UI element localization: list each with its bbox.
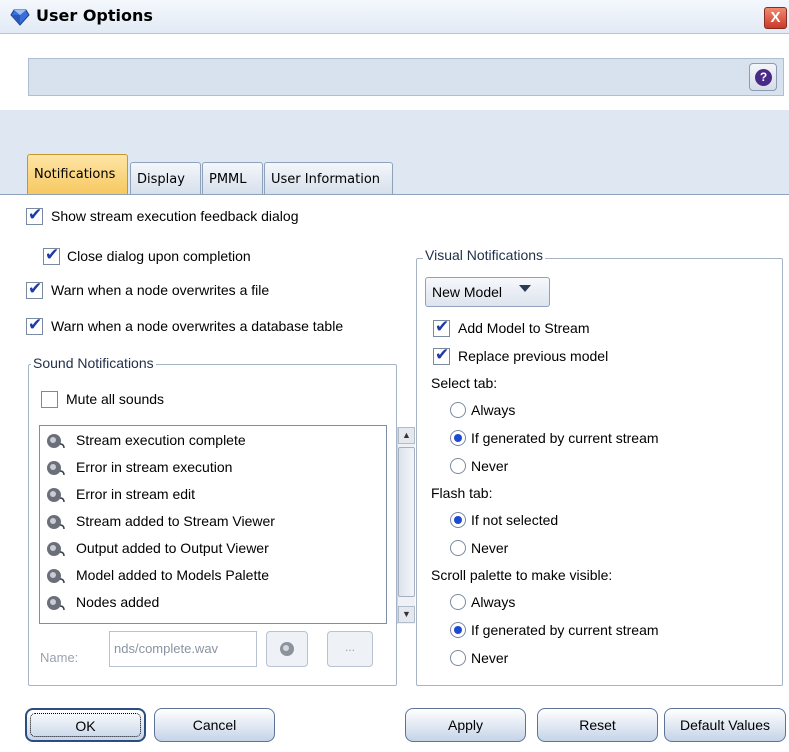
title-bar: User Options X <box>0 0 789 34</box>
list-item-label: Model added to Models Palette <box>76 567 270 583</box>
speaker-icon <box>47 569 65 584</box>
list-item-label: Output added to Output Viewer <box>76 540 269 556</box>
warn-table-label: Warn when a node overwrites a database t… <box>51 318 344 334</box>
list-item-label: Error in stream execution <box>76 459 233 475</box>
cancel-button[interactable]: Cancel <box>154 708 275 742</box>
sound-notifications-title: Sound Notifications <box>31 355 156 371</box>
list-item-label: Stream execution complete <box>76 432 246 448</box>
tab-divider <box>0 194 789 195</box>
tab-notifications[interactable]: Notifications <box>27 154 128 194</box>
select-tab-current-stream-label: If generated by current stream <box>471 430 659 446</box>
help-icon: ? <box>755 69 772 86</box>
speaker-icon <box>47 461 65 476</box>
warn-table-checkbox[interactable] <box>26 315 43 335</box>
replace-model-checkbox[interactable] <box>433 345 450 365</box>
scroll-palette-label: Scroll palette to make visible: <box>431 567 613 583</box>
tab-user-information[interactable]: User Information <box>264 162 393 194</box>
dropdown-value: New Model <box>432 284 503 300</box>
flash-tab-not-selected-radio[interactable] <box>450 512 466 528</box>
name-label: Name: <box>40 650 79 665</box>
tab-display[interactable]: Display <box>130 162 201 194</box>
app-gem-icon <box>10 9 30 26</box>
chevron-down-icon <box>519 285 531 292</box>
window-title: User Options <box>36 6 153 25</box>
sound-events-list[interactable]: Stream execution complete Error in strea… <box>39 425 415 624</box>
reset-button[interactable]: Reset <box>537 708 658 742</box>
mute-all-checkbox[interactable] <box>41 391 58 408</box>
select-tab-never-label: Never <box>471 458 509 474</box>
scroll-up-icon[interactable]: ▲ <box>398 427 415 444</box>
list-item-label: Nodes added <box>76 594 160 610</box>
replace-model-label: Replace previous model <box>458 348 609 364</box>
flash-tab-never-label: Never <box>471 540 509 556</box>
close-dialog-checkbox[interactable] <box>43 245 60 265</box>
show-feedback-checkbox[interactable] <box>26 205 43 225</box>
scroll-palette-always-label: Always <box>471 594 516 610</box>
visual-notifications-title: Visual Notifications <box>423 247 546 263</box>
add-model-label: Add Model to Stream <box>458 320 590 336</box>
select-tab-always-label: Always <box>471 402 516 418</box>
add-model-checkbox[interactable] <box>433 317 450 337</box>
warn-file-label: Warn when a node overwrites a file <box>51 282 270 298</box>
dialog-header-strip <box>28 58 784 96</box>
scroll-palette-always-radio[interactable] <box>450 594 466 610</box>
speaker-icon <box>280 642 294 656</box>
ok-button-label: OK <box>30 713 141 737</box>
speaker-icon <box>47 596 65 611</box>
flash-tab-never-radio[interactable] <box>450 540 466 556</box>
scroll-palette-never-label: Never <box>471 650 509 666</box>
apply-button[interactable]: Apply <box>405 708 526 742</box>
play-sound-button[interactable] <box>266 631 308 667</box>
speaker-icon <box>47 542 65 557</box>
default-values-button[interactable]: Default Values <box>664 708 786 742</box>
scroll-palette-current-stream-label: If generated by current stream <box>471 622 659 638</box>
mute-all-label: Mute all sounds <box>66 391 165 407</box>
ok-button[interactable]: OK <box>25 708 146 742</box>
scroll-palette-never-radio[interactable] <box>450 650 466 666</box>
scroll-palette-current-stream-radio[interactable] <box>450 622 466 638</box>
speaker-icon <box>47 515 65 530</box>
show-feedback-label: Show stream execution feedback dialog <box>51 208 299 224</box>
help-button[interactable]: ? <box>749 63 777 91</box>
sound-file-name-field[interactable]: nds/complete.wav <box>109 631 257 667</box>
select-tab-never-radio[interactable] <box>450 458 466 474</box>
flash-tab-label: Flash tab: <box>431 485 493 501</box>
list-item-label: Error in stream edit <box>76 486 196 502</box>
scroll-down-icon[interactable]: ▼ <box>398 606 415 623</box>
flash-tab-not-selected-label: If not selected <box>471 512 559 528</box>
speaker-icon <box>47 434 65 449</box>
list-scrollbar[interactable]: ▲ ▼ <box>397 427 415 624</box>
close-dialog-label: Close dialog upon completion <box>67 248 251 264</box>
tab-pmml[interactable]: PMML <box>202 162 263 194</box>
speaker-icon <box>47 488 65 503</box>
notification-type-dropdown[interactable]: New Model <box>425 277 550 307</box>
list-item-label: Stream added to Stream Viewer <box>76 513 275 529</box>
select-tab-current-stream-radio[interactable] <box>450 430 466 446</box>
select-tab-label: Select tab: <box>431 375 498 391</box>
scroll-thumb[interactable] <box>398 447 415 597</box>
close-button[interactable]: X <box>764 7 787 29</box>
browse-button[interactable]: ... <box>327 631 373 667</box>
select-tab-always-radio[interactable] <box>450 402 466 418</box>
warn-file-checkbox[interactable] <box>26 279 43 299</box>
